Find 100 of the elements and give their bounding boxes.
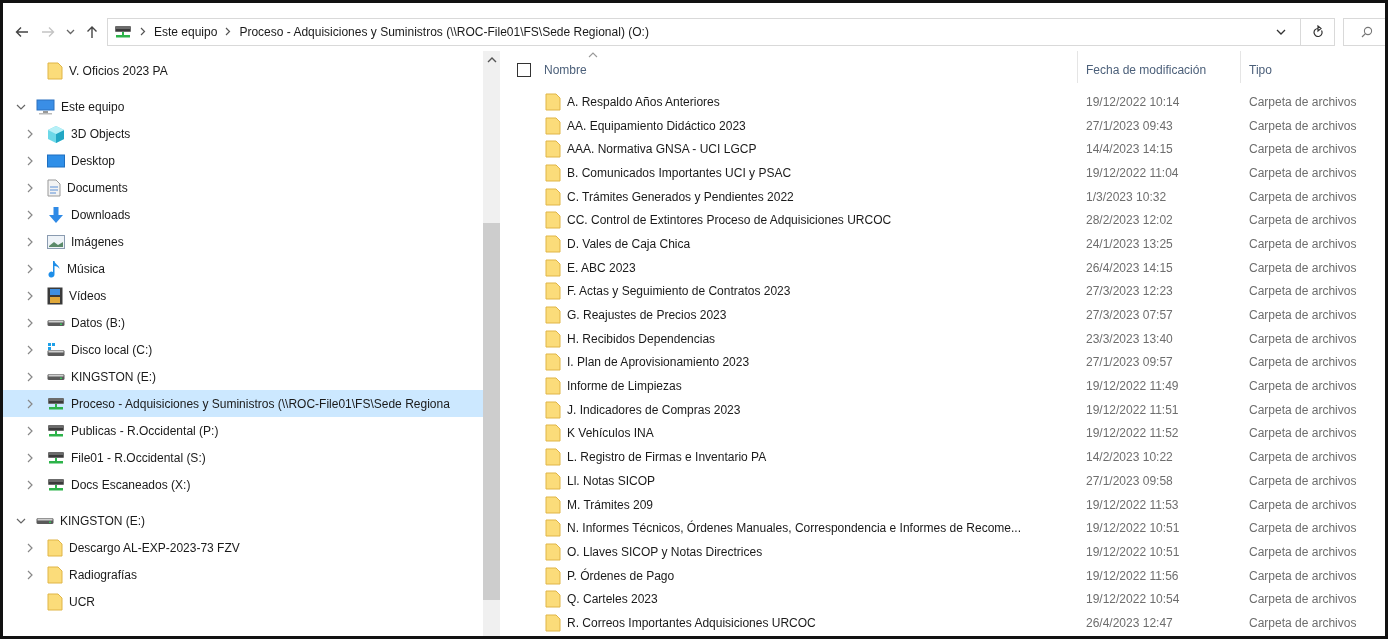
breadcrumb-item[interactable]: Este equipo: [154, 24, 218, 39]
folder-icon: [47, 538, 63, 557]
file-name[interactable]: I. Plan de Aprovisionamiento 2023: [567, 355, 750, 370]
file-name[interactable]: CC. Control de Extintores Proceso de Adquisiciones URCOC: [567, 213, 892, 228]
navigation-item[interactable]: KINGSTON (E:): [3, 363, 483, 390]
up-arrow-icon: [86, 24, 98, 39]
file-name[interactable]: N. Informes Técnicos, Órdenes Manuales, Correspondencia e Informes de Recome...: [567, 521, 1021, 536]
navigation-item[interactable]: Descargo AL-EXP-2023-73 FZV: [3, 534, 483, 561]
expand-icon[interactable]: [27, 236, 33, 247]
navigation-item[interactable]: KINGSTON (E:): [3, 507, 483, 534]
file-name[interactable]: B. Comunicados Importantes UCI y PSAC: [567, 165, 792, 180]
scrollbar-thumb[interactable]: [483, 223, 500, 600]
navigation-item[interactable]: File01 - R.Occidental (S:): [3, 444, 483, 471]
column-header[interactable]: Tipo: [1241, 51, 1385, 83]
computer-icon: [36, 98, 55, 115]
dropdown-icon[interactable]: [1276, 28, 1286, 35]
navigation-item[interactable]: Documents: [3, 174, 483, 201]
expand-icon[interactable]: [27, 155, 33, 166]
navigation-item[interactable]: Radiografías: [3, 561, 483, 588]
date-cell: 27/3/2023 12:23: [1086, 284, 1173, 299]
forward-arrow-icon: [41, 25, 55, 38]
collapse-icon[interactable]: [16, 103, 26, 110]
select-all-checkbox[interactable]: [517, 63, 531, 77]
expand-icon[interactable]: [27, 182, 33, 193]
chevron-icon: [140, 27, 146, 36]
expand-icon[interactable]: [27, 479, 33, 490]
file-name[interactable]: Informe de Limpiezas: [567, 379, 682, 394]
expand-icon[interactable]: [27, 317, 33, 328]
navigation-item[interactable]: Downloads: [3, 201, 483, 228]
folder-icon: [545, 92, 561, 111]
navigation-item[interactable]: Proceso - Adquisiciones y Suministros (\\ROC-File01\FS\Sede Regiona: [3, 390, 483, 417]
file-name[interactable]: AA. Equipamiento Didáctico 2023: [567, 118, 746, 133]
folder-icon: [545, 187, 561, 206]
expand-icon[interactable]: [27, 290, 33, 301]
navigation-item[interactable]: Imágenes: [3, 228, 483, 255]
breadcrumb-item[interactable]: Proceso - Adquisiciones y Suministros (\\ROC-File01\FS\Sede Regional) (O:): [239, 24, 649, 39]
type-cell: Carpeta de archivos: [1249, 355, 1357, 370]
expand-icon[interactable]: [27, 452, 33, 463]
file-name[interactable]: J. Indicadores de Compras 2023: [567, 402, 741, 417]
folder-icon: [545, 519, 561, 538]
date-cell: 28/2/2023 12:02: [1086, 213, 1173, 228]
file-name[interactable]: F. Actas y Seguimiento de Contratos 2023: [567, 284, 791, 299]
network-drive-icon: [47, 396, 65, 411]
folder-icon: [47, 565, 63, 584]
navigation-item[interactable]: Disco local (C:): [3, 336, 483, 363]
date-cell: 19/12/2022 11:56: [1086, 568, 1179, 583]
navigation-item[interactable]: Vídeos: [3, 282, 483, 309]
collapse-icon[interactable]: [16, 517, 26, 524]
navigation-item[interactable]: Publicas - R.Occidental (P:): [3, 417, 483, 444]
chevron-down-icon: [65, 28, 75, 35]
expand-icon[interactable]: [27, 425, 33, 436]
navigation-item[interactable]: V. Oficios 2023 PA: [3, 57, 483, 84]
file-name[interactable]: C. Trámites Generados y Pendientes 2022: [567, 189, 794, 204]
film-icon: [47, 286, 63, 305]
scroll-up-icon[interactable]: [486, 56, 497, 63]
navigation-item[interactable]: 3D Objects: [3, 120, 483, 147]
file-name[interactable]: P. Órdenes de Pago: [567, 568, 675, 583]
column-header[interactable]: Fecha de modificación: [1078, 51, 1241, 83]
file-name[interactable]: L. Registro de Firmas e Inventario PA: [567, 450, 767, 465]
expand-icon[interactable]: [27, 344, 33, 355]
file-name[interactable]: Ll. Notas SICOP: [567, 473, 656, 488]
navigation-item[interactable]: UCR: [3, 588, 483, 615]
expand-icon[interactable]: [27, 542, 33, 553]
expand-icon[interactable]: [27, 398, 33, 409]
search-field[interactable]: [1343, 17, 1385, 46]
file-name[interactable]: O. Llaves SICOP y Notas Directrices: [567, 544, 763, 559]
date-cell: 19/12/2022 10:54: [1086, 592, 1180, 607]
file-name[interactable]: Q. Carteles 2023: [567, 592, 658, 607]
navigation-item[interactable]: Desktop: [3, 147, 483, 174]
type-cell: Carpeta de archivos: [1249, 402, 1357, 417]
file-name[interactable]: M. Trámites 209: [567, 497, 654, 512]
file-name[interactable]: R. Correos Importantes Adquisiciones URCOC: [567, 615, 816, 630]
navigation-item[interactable]: Datos (B:): [3, 309, 483, 336]
type-cell: Carpeta de archivos: [1249, 544, 1357, 559]
expand-icon[interactable]: [27, 569, 33, 580]
expand-icon[interactable]: [27, 128, 33, 139]
network-drive-icon: [47, 477, 65, 492]
date-cell: 14/4/2023 14:15: [1086, 142, 1173, 157]
expand-icon[interactable]: [27, 209, 33, 220]
desktop-icon: [47, 153, 65, 168]
address-bar[interactable]: Este equipo Proceso - Adquisiciones y Suministros (\\ROC-File01\FS\Sede Regional) (O:): [107, 17, 1335, 46]
refresh-icon: [1311, 24, 1324, 39]
file-name[interactable]: K Vehículos INA: [567, 426, 654, 441]
navigation-item[interactable]: Docs Escaneados (X:): [3, 471, 483, 498]
navigation-item[interactable]: Música: [3, 255, 483, 282]
network-drive-icon: [47, 450, 65, 465]
column-header[interactable]: Nombre: [505, 51, 1078, 83]
file-name[interactable]: E. ABC 2023: [567, 260, 636, 275]
file-name[interactable]: AAA. Normativa GNSA - UCI LGCP: [567, 142, 757, 157]
type-cell: Carpeta de archivos: [1249, 236, 1357, 251]
date-cell: 19/12/2022 11:52: [1086, 426, 1179, 441]
type-cell: Carpeta de archivos: [1249, 118, 1357, 133]
file-name[interactable]: H. Recibidos Dependencias: [567, 331, 716, 346]
file-name[interactable]: A. Respaldo Años Anteriores: [567, 94, 720, 109]
chevron-icon: [225, 27, 232, 36]
file-name[interactable]: G. Reajustes de Precios 2023: [567, 308, 727, 323]
expand-icon[interactable]: [27, 263, 33, 274]
file-name[interactable]: D. Vales de Caja Chica: [567, 236, 691, 251]
navigation-item[interactable]: Este equipo: [3, 93, 483, 120]
expand-icon[interactable]: [27, 371, 33, 382]
